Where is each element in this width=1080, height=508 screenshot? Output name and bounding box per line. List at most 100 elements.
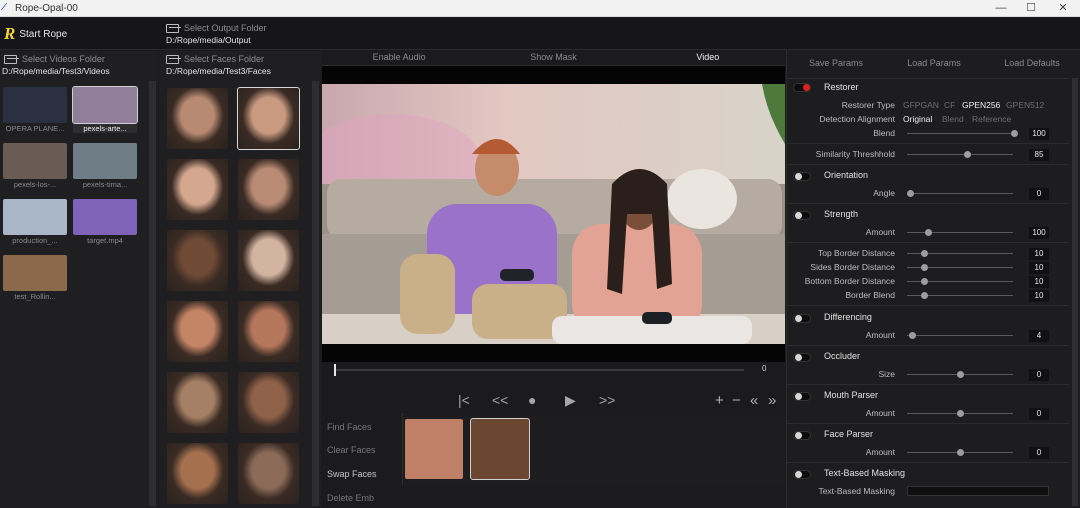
source-face[interactable] [238, 301, 299, 362]
source-face[interactable] [238, 443, 299, 504]
stop-icon[interactable]: ● [528, 391, 536, 409]
video-thumbnail[interactable]: target.mp4 [73, 199, 137, 247]
add-marker-icon[interactable]: + [715, 392, 724, 410]
source-face[interactable] [167, 88, 228, 149]
slider-knob[interactable] [1011, 130, 1018, 137]
border-value[interactable]: 10 [1029, 276, 1049, 288]
video-thumbnail[interactable]: pexels-los-... [3, 143, 67, 191]
mouth-parser-toggle[interactable] [793, 392, 811, 401]
skip-start-icon[interactable]: |< [458, 391, 470, 409]
video-thumbnail[interactable]: pexels-arte... [72, 86, 138, 135]
source-face[interactable] [167, 372, 228, 433]
mouth-value[interactable]: 0 [1029, 408, 1049, 420]
slider-knob[interactable] [921, 292, 928, 299]
video-timeline[interactable] [334, 364, 744, 376]
slider-knob[interactable] [957, 371, 964, 378]
maximize-button[interactable]: ☐ [1015, 0, 1047, 17]
similarity-slider[interactable] [907, 151, 1013, 158]
face-parser-toggle[interactable] [793, 431, 811, 440]
swap-faces-button[interactable]: Swap Faces [327, 469, 377, 479]
restorer-type-gpen512[interactable]: GPEN512 [1006, 100, 1044, 110]
fast-forward-icon[interactable]: >> [599, 391, 615, 409]
border-value[interactable]: 10 [1029, 262, 1049, 274]
delete-embedding-button[interactable]: Delete Emb [327, 493, 374, 503]
video-thumbnail[interactable]: test_Rollin... [3, 255, 67, 303]
slider-knob[interactable] [957, 410, 964, 417]
slider-knob[interactable] [921, 264, 928, 271]
restorer-type-gpen256[interactable]: GPEN256 [962, 100, 1000, 110]
blend-slider[interactable] [907, 130, 1018, 137]
occluder-toggle[interactable] [793, 353, 811, 362]
text-masking-input[interactable] [907, 486, 1049, 496]
rewind-icon[interactable]: << [492, 391, 508, 409]
differencing-value[interactable]: 4 [1029, 330, 1049, 342]
slider-knob[interactable] [925, 229, 932, 236]
source-face[interactable] [167, 230, 228, 291]
video-thumbnail[interactable]: production_... [3, 199, 67, 247]
source-face[interactable] [238, 159, 299, 220]
face-value[interactable]: 0 [1029, 447, 1049, 459]
slider-knob[interactable] [957, 449, 964, 456]
strength-slider[interactable] [907, 229, 1013, 236]
source-face[interactable] [167, 301, 228, 362]
timeline-knob[interactable] [334, 364, 336, 376]
output-folder-button[interactable]: Select Output Folder D:/Rope/media/Outpu… [166, 22, 267, 45]
load-defaults-button[interactable]: Load Defaults [983, 50, 1080, 76]
video-preview[interactable] [322, 66, 785, 362]
slider-knob[interactable] [964, 151, 971, 158]
strength-value[interactable]: 100 [1029, 227, 1049, 239]
text-masking-toggle[interactable] [793, 470, 811, 479]
source-face[interactable] [167, 159, 228, 220]
restorer-type-gfpgan[interactable]: GFPGAN [903, 100, 939, 110]
video-thumbnail[interactable]: OPERA PLANE... [3, 87, 67, 135]
alignment-reference[interactable]: Reference [972, 114, 1011, 124]
border-slider[interactable] [907, 278, 1013, 285]
source-face[interactable] [238, 372, 299, 433]
minimize-button[interactable]: — [985, 0, 1017, 17]
previous-marker-icon[interactable]: « [750, 392, 758, 410]
blend-value[interactable]: 100 [1029, 128, 1049, 140]
slider-knob[interactable] [907, 190, 914, 197]
find-faces-button[interactable]: Find Faces [327, 422, 372, 432]
load-params-button[interactable]: Load Params [885, 50, 983, 76]
source-face[interactable] [238, 230, 299, 291]
border-slider[interactable] [907, 250, 1013, 257]
play-icon[interactable]: ▶ [565, 391, 576, 409]
border-value[interactable]: 10 [1029, 248, 1049, 260]
target-face-1[interactable] [405, 419, 463, 479]
angle-value[interactable]: 0 [1029, 188, 1049, 200]
restorer-type-cf[interactable]: CF [944, 100, 955, 110]
params-scrollbar[interactable] [1072, 78, 1078, 506]
start-rope-button[interactable]: R Start Rope [4, 24, 67, 44]
videos-scrollbar[interactable] [149, 81, 156, 506]
differencing-toggle[interactable] [793, 314, 811, 323]
face-slider[interactable] [907, 449, 1013, 456]
slider-knob[interactable] [921, 278, 928, 285]
source-face[interactable] [167, 443, 228, 504]
similarity-value[interactable]: 85 [1029, 149, 1049, 161]
save-params-button[interactable]: Save Params [787, 50, 885, 76]
remove-marker-icon[interactable]: − [732, 392, 741, 410]
strength-toggle[interactable] [793, 211, 811, 220]
occluder-value[interactable]: 0 [1029, 369, 1049, 381]
clear-faces-button[interactable]: Clear Faces [327, 445, 376, 455]
show-mask-tab[interactable]: Show Mask [476, 50, 631, 66]
border-slider[interactable] [907, 264, 1013, 271]
source-face[interactable] [237, 87, 300, 150]
slider-knob[interactable] [909, 332, 916, 339]
mouth-slider[interactable] [907, 410, 1013, 417]
alignment-blend[interactable]: Blend [942, 114, 964, 124]
restorer-toggle[interactable] [793, 83, 811, 92]
close-button[interactable]: ✕ [1047, 0, 1079, 17]
border-value[interactable]: 10 [1029, 290, 1049, 302]
occluder-slider[interactable] [907, 371, 1013, 378]
videos-folder-button[interactable]: Select Videos Folder D:/Rope/media/Test3… [2, 53, 110, 76]
alignment-original[interactable]: Original [903, 114, 932, 124]
orientation-toggle[interactable] [793, 172, 811, 181]
video-tab[interactable]: Video [630, 50, 785, 66]
differencing-slider[interactable] [907, 332, 1013, 339]
video-thumbnail[interactable]: pexels-tima... [73, 143, 137, 191]
target-face-2[interactable] [470, 418, 530, 480]
slider-knob[interactable] [921, 250, 928, 257]
next-marker-icon[interactable]: » [768, 392, 776, 410]
